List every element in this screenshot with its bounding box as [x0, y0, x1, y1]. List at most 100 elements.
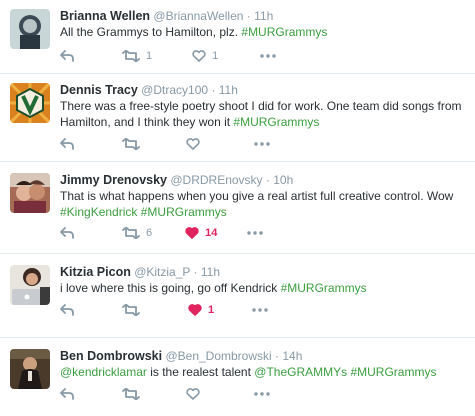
more-button[interactable]	[260, 48, 276, 64]
tweet-card[interactable]: Jimmy Drenovsky @DRDREnovsky · 10h That …	[0, 162, 475, 254]
tweet-actions	[60, 136, 270, 152]
heart-icon	[186, 138, 200, 150]
tweet-card[interactable]: Brianna Wellen @BriannaWellen · 11h All …	[0, 0, 475, 74]
more-icon	[252, 308, 268, 312]
author-handle[interactable]: @BriannaWellen	[153, 9, 243, 23]
avatar[interactable]	[10, 9, 50, 49]
reply-button[interactable]	[60, 48, 74, 64]
more-icon	[254, 142, 270, 146]
author-name[interactable]: Dennis Tracy	[60, 83, 138, 97]
retweet-icon	[122, 50, 140, 62]
tweet-card[interactable]: Dennis Tracy @Dtracy100 · 11h There was …	[0, 74, 475, 162]
tweet-header: Jimmy Drenovsky @DRDREnovsky · 10h	[60, 173, 293, 188]
timestamp[interactable]: 11h	[254, 9, 273, 23]
retweet-button[interactable]	[122, 302, 146, 318]
tweet-text-plain: All the Grammys to Hamilton, plz.	[60, 25, 242, 39]
retweet-button[interactable]	[122, 136, 146, 152]
tweet-text-plain: That is what happens when you give a rea…	[60, 189, 454, 203]
author-handle[interactable]: @Dtracy100	[141, 83, 208, 97]
tweet-actions: 1	[60, 302, 268, 318]
tweet-header: Kitzia Picon @Kitzia_P · 11h	[60, 265, 220, 280]
mention-link[interactable]: @TheGRAMMYs	[254, 365, 347, 379]
more-button[interactable]	[247, 225, 264, 241]
like-count: 1	[212, 50, 219, 62]
timestamp[interactable]: 10h	[273, 173, 293, 187]
hashtag-link[interactable]: #MURGrammys	[141, 205, 227, 219]
separator-dot: ·	[193, 265, 198, 279]
reply-button[interactable]	[60, 386, 74, 402]
mention-link[interactable]: @kendricklamar	[60, 365, 147, 379]
retweet-button[interactable]: 1	[122, 48, 152, 64]
heart-icon	[192, 50, 206, 62]
retweet-icon	[122, 227, 140, 239]
tweet-card[interactable]: Kitzia Picon @Kitzia_P · 11h i love wher…	[0, 254, 475, 338]
like-count: 14	[205, 227, 218, 239]
hashtag-link[interactable]: #MURGrammys	[233, 115, 319, 129]
retweet-button[interactable]: 6	[122, 225, 152, 241]
more-button[interactable]	[252, 302, 268, 318]
hashtag-link[interactable]: #MURGrammys	[350, 365, 436, 379]
avatar[interactable]	[10, 265, 50, 305]
tweet-actions: 1 1	[60, 48, 276, 64]
author-name[interactable]: Kitzia Picon	[60, 265, 131, 279]
retweet-button[interactable]	[122, 386, 146, 402]
like-button[interactable]: 1	[188, 302, 214, 318]
tweet-text-plain: is the realest talent	[146, 365, 255, 379]
avatar-image	[10, 83, 50, 123]
tweet-actions: 6 14	[60, 225, 264, 241]
tweet-actions	[60, 386, 270, 402]
avatar-image	[10, 173, 50, 213]
like-button[interactable]	[186, 136, 206, 152]
retweet-count: 1	[146, 50, 153, 62]
author-handle[interactable]: @DRDREnovsky	[170, 173, 262, 187]
tweet-header: Ben Dombrowski @Ben_Dombrowski · 14h	[60, 349, 302, 364]
author-name[interactable]: Brianna Wellen	[60, 9, 150, 23]
like-count: 1	[208, 304, 215, 316]
avatar-image	[10, 9, 50, 49]
separator-dot: ·	[246, 9, 251, 23]
reply-icon	[60, 304, 74, 316]
author-handle[interactable]: @Kitzia_P	[134, 265, 190, 279]
avatar[interactable]	[10, 173, 50, 213]
reply-icon	[60, 388, 74, 400]
like-button[interactable]: 14	[185, 225, 217, 241]
reply-button[interactable]	[60, 225, 74, 241]
retweet-icon	[122, 138, 140, 150]
avatar[interactable]	[10, 83, 50, 123]
heart-icon	[185, 227, 199, 239]
more-icon	[254, 392, 270, 396]
tweet-text: There was a free-style poetry shoot I di…	[60, 99, 465, 130]
heart-icon	[188, 304, 202, 316]
reply-icon	[60, 138, 74, 150]
hashtag-link[interactable]: #MURGrammys	[241, 25, 327, 39]
more-button[interactable]	[254, 136, 270, 152]
retweet-icon	[122, 388, 140, 400]
heart-icon	[186, 388, 200, 400]
author-handle[interactable]: @Ben_Dombrowski	[165, 349, 271, 363]
tweet-text: That is what happens when you give a rea…	[60, 189, 465, 220]
separator-dot: ·	[275, 349, 280, 363]
avatar[interactable]	[10, 349, 50, 389]
timestamp[interactable]: 11h	[219, 83, 238, 97]
hashtag-link[interactable]: #KingKendrick	[60, 205, 137, 219]
hashtag-link[interactable]: #MURGrammys	[281, 281, 367, 295]
more-icon	[260, 54, 276, 58]
reply-icon	[60, 227, 74, 239]
author-name[interactable]: Jimmy Drenovsky	[60, 173, 167, 187]
reply-button[interactable]	[60, 136, 74, 152]
separator-dot: ·	[265, 173, 270, 187]
author-name[interactable]: Ben Dombrowski	[60, 349, 162, 363]
avatar-image	[10, 349, 50, 389]
tweet-card[interactable]: Ben Dombrowski @Ben_Dombrowski · 14h @ke…	[0, 338, 475, 416]
separator-dot: ·	[211, 83, 216, 97]
tweet-timeline: Brianna Wellen @BriannaWellen · 11h All …	[0, 0, 475, 416]
reply-button[interactable]	[60, 302, 74, 318]
like-button[interactable]: 1	[192, 48, 218, 64]
timestamp[interactable]: 11h	[201, 265, 220, 279]
tweet-text: i love where this is going, go off Kendr…	[60, 281, 465, 297]
reply-icon	[60, 50, 74, 62]
timestamp[interactable]: 14h	[282, 349, 302, 363]
more-button[interactable]	[254, 386, 270, 402]
tweet-text-plain: i love where this is going, go off Kendr…	[60, 281, 281, 295]
like-button[interactable]	[186, 386, 206, 402]
